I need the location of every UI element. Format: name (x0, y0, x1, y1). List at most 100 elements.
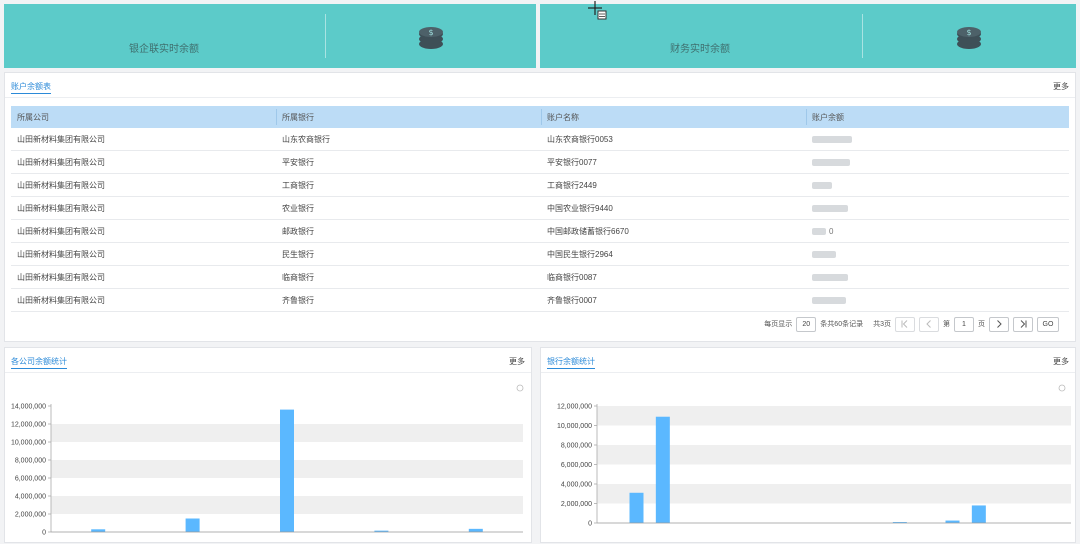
bank-balance-chart-panel: 银行余额统计 更多 0 2,000,000 4,000,000 6,000,000 8,… (540, 347, 1076, 543)
cell-account: 中国邮政储蓄银行6670 (547, 226, 629, 236)
summary-card-finance-realtime[interactable]: 财务实时余额 $ (540, 4, 1076, 68)
y-tick-label: 6,000,000 (15, 476, 46, 483)
first-page-icon (901, 320, 908, 328)
cell-balance-redacted (806, 174, 1071, 196)
table-row[interactable]: 山田新材料集团有限公司 平安银行 平安银行0077 (11, 151, 1069, 174)
y-tick-label: 8,000,000 (561, 443, 592, 450)
y-tick-label: 2,000,000 (15, 512, 46, 519)
cell-account: 山东农商银行0053 (547, 134, 613, 144)
cell-company: 山田新材料集团有限公司 (17, 180, 105, 190)
table-row[interactable]: 山田新材料集团有限公司 山东农商银行 山东农商银行0053 (11, 128, 1069, 151)
y-tick-label: 6,000,000 (561, 462, 592, 469)
bar (468, 528, 483, 532)
y-tick-label: 0 (588, 521, 592, 528)
redacted-value (812, 250, 836, 258)
summary-card-label: 财务实时余额 (670, 44, 730, 55)
bar (655, 416, 670, 523)
cell-account: 工商银行2449 (547, 180, 597, 190)
table-row[interactable]: 山田新材料集团有限公司 农业银行 中国农业银行9440 (11, 197, 1069, 220)
table-header: 所属公司 所属银行 账户名称 账户余额 (11, 106, 1069, 128)
company-balance-chart-panel: 各公司余额统计 更多 0 2,000,000 4,000,000 6,000,000 8… (4, 347, 532, 543)
redacted-value (812, 296, 846, 304)
page-number-input[interactable]: 1 (954, 316, 974, 332)
cell-account: 中国民生银行2964 (547, 249, 613, 259)
cell-account: 临商银行0087 (547, 272, 597, 282)
bank-balance-chart: 0 2,000,000 4,000,000 6,000,000 8,000,000 10,… (557, 384, 1071, 528)
info-icon (1058, 384, 1066, 392)
per-page-label: 每页显示 (764, 321, 793, 328)
next-page-button[interactable] (989, 316, 1009, 332)
cell-balance-redacted (806, 128, 1071, 150)
per-page-select[interactable]: 20 (796, 316, 817, 332)
panel-title-account-balance[interactable]: 账户余额表 (11, 81, 51, 94)
balance-partial: 0 (829, 226, 834, 236)
card-divider (862, 14, 863, 58)
last-page-icon (1020, 320, 1027, 328)
cell-balance-redacted (806, 151, 1071, 173)
bar (91, 529, 106, 532)
cell-bank: 齐鲁银行 (282, 295, 314, 305)
table-row[interactable]: 山田新材料集团有限公司 民生银行 中国民生银行2964 (11, 243, 1069, 266)
cell-bank: 临商银行 (282, 272, 314, 282)
y-tick-label: 4,000,000 (15, 494, 46, 501)
coins-icon: $ (419, 27, 443, 49)
pagination: 每页显示 20 条共60条记录 共3页 第 1 页 GO (764, 316, 1059, 332)
card-divider (325, 14, 326, 58)
cell-company: 山田新材料集团有限公司 (17, 203, 105, 213)
summary-card-label: 银企联实时余额 (129, 44, 199, 55)
first-page-button[interactable] (895, 316, 915, 332)
cell-company: 山田新材料集团有限公司 (17, 272, 105, 282)
column-header-bank[interactable]: 所属银行 (276, 106, 541, 128)
column-header-company[interactable]: 所属公司 (11, 106, 276, 128)
redacted-value (812, 204, 848, 212)
table-row[interactable]: 山田新材料集团有限公司 临商银行 临商银行0087 (11, 266, 1069, 289)
last-page-button[interactable] (1013, 316, 1033, 332)
y-tick-label: 12,000,000 (557, 404, 592, 411)
cell-bank: 农业银行 (282, 203, 314, 213)
svg-text:$: $ (966, 28, 971, 37)
more-link[interactable]: 更多 (1053, 81, 1069, 92)
account-balance-panel: 账户余额表 更多 所属公司 所属银行 账户名称 账户余额 山田新材料集团有限公司… (4, 72, 1076, 342)
prev-page-button[interactable] (919, 316, 939, 332)
column-header-balance[interactable]: 账户余额 (806, 106, 1071, 128)
cell-company: 山田新材料集团有限公司 (17, 226, 105, 236)
cursor-icon (588, 1, 607, 20)
go-button[interactable]: GO (1037, 316, 1059, 332)
cell-bank: 邮政银行 (282, 226, 314, 236)
table-row[interactable]: 山田新材料集团有限公司 齐鲁银行 齐鲁银行0007 (11, 289, 1069, 312)
cell-bank: 工商银行 (282, 180, 314, 190)
company-balance-chart: 0 2,000,000 4,000,000 6,000,000 8,000,000 10,… (11, 384, 524, 537)
page-suffix: 页 (978, 321, 985, 328)
svg-text:$: $ (428, 28, 433, 37)
cell-balance-redacted: 0 (806, 220, 1071, 242)
y-tick-label: 4,000,000 (561, 482, 592, 489)
cell-balance-redacted (806, 243, 1071, 265)
y-tick-label: 14,000,000 (11, 404, 46, 411)
chevron-left-icon (926, 320, 931, 328)
bar (280, 409, 294, 532)
table-row[interactable]: 山田新材料集团有限公司 工商银行 工商银行2449 (11, 174, 1069, 197)
table-row[interactable]: 山田新材料集团有限公司 邮政银行 中国邮政储蓄银行6670 0 (11, 220, 1069, 243)
cell-bank: 山东农商银行 (282, 134, 330, 144)
cell-account: 齐鲁银行0007 (547, 295, 597, 305)
table-body: 山田新材料集团有限公司 山东农商银行 山东农商银行0053 山田新材料集团有限公… (11, 128, 1069, 312)
cell-account: 平安银行0077 (547, 157, 597, 167)
total-records-label: 条共60条记录 (820, 321, 864, 328)
bar (971, 505, 986, 523)
chevron-right-icon (997, 320, 1002, 328)
cell-company: 山田新材料集团有限公司 (17, 157, 105, 167)
redacted-value (812, 135, 852, 143)
cell-bank: 平安银行 (282, 157, 314, 167)
page-prefix: 第 (943, 321, 950, 328)
y-tick-label: 12,000,000 (11, 422, 46, 429)
cell-company: 山田新材料集团有限公司 (17, 295, 105, 305)
summary-card-bank-realtime[interactable]: 银企联实时余额 $ (4, 4, 536, 68)
coins-icon: $ (957, 27, 981, 49)
redacted-value (812, 273, 848, 281)
column-header-account-name[interactable]: 账户名称 (541, 106, 806, 128)
cell-balance-redacted (806, 266, 1071, 288)
y-tick-label: 0 (42, 530, 46, 537)
cell-company: 山田新材料集团有限公司 (17, 134, 105, 144)
cell-balance-redacted (806, 197, 1071, 219)
y-tick-label: 10,000,000 (557, 423, 592, 430)
